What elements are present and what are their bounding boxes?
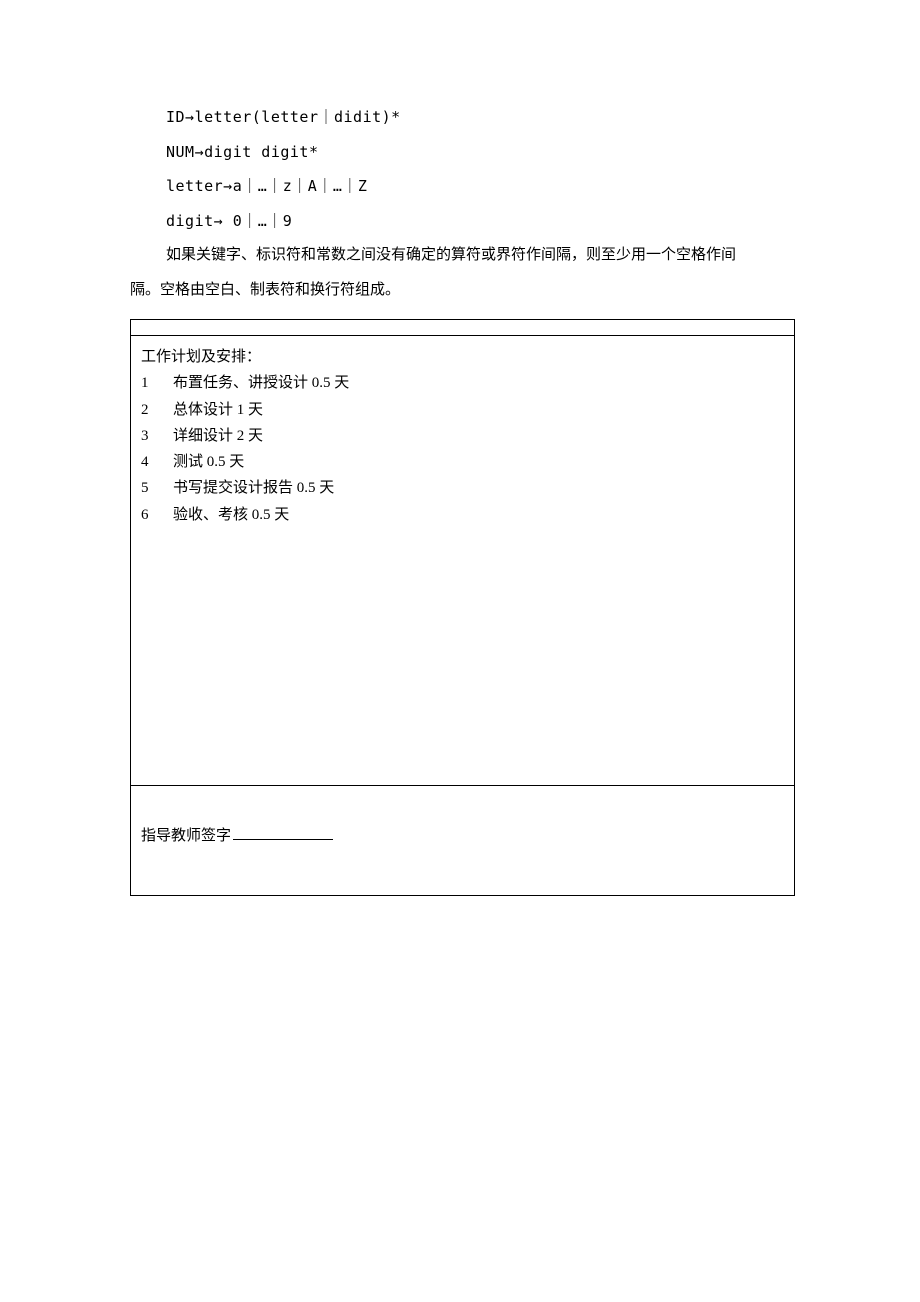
signature-line — [233, 839, 333, 840]
description-line-2: 隔。空格由空白、制表符和换行符组成。 — [130, 273, 790, 308]
plan-table: 工作计划及安排： 1 布置任务、讲授设计 0.5 天 2 总体设计 1 天 3 … — [130, 319, 795, 896]
grammar-rule-3: letter→a｜…｜z｜A｜…｜Z — [130, 169, 790, 204]
plan-item: 4 测试 0.5 天 — [141, 449, 784, 475]
plan-item: 3 详细设计 2 天 — [141, 423, 784, 449]
grammar-rule-2: NUM→digit digit* — [130, 135, 790, 170]
signature-cell: 指导教师签字 — [131, 786, 795, 896]
plan-item: 2 总体设计 1 天 — [141, 397, 784, 423]
plan-item-text: 书写提交设计报告 0.5 天 — [173, 475, 334, 501]
plan-item-text: 布置任务、讲授设计 0.5 天 — [173, 370, 349, 396]
top-content-section: ID→letter(letter｜didit)* NUM→digit digit… — [130, 100, 790, 307]
plan-item-num: 6 — [141, 502, 173, 528]
signature-label: 指导教师签字 — [141, 828, 231, 844]
plan-item-text: 总体设计 1 天 — [173, 397, 263, 423]
plan-item: 6 验收、考核 0.5 天 — [141, 502, 784, 528]
grammar-rule-4: digit→ 0｜…｜9 — [130, 204, 790, 239]
plan-item: 1 布置任务、讲授设计 0.5 天 — [141, 370, 784, 396]
plan-item-num: 2 — [141, 397, 173, 423]
plan-item-num: 3 — [141, 423, 173, 449]
description-line-1: 如果关键字、标识符和常数之间没有确定的算符或界符作间隔，则至少用一个空格作间 — [130, 238, 790, 273]
plan-item-text: 测试 0.5 天 — [173, 449, 244, 475]
plan-item-num: 5 — [141, 475, 173, 501]
plan-item-text: 详细设计 2 天 — [173, 423, 263, 449]
plan-item-num: 4 — [141, 449, 173, 475]
plan-item-text: 验收、考核 0.5 天 — [173, 502, 289, 528]
grammar-rule-1: ID→letter(letter｜didit)* — [130, 100, 790, 135]
plan-title: 工作计划及安排： — [141, 344, 784, 370]
plan-item-num: 1 — [141, 370, 173, 396]
plan-item: 5 书写提交设计报告 0.5 天 — [141, 475, 784, 501]
table-top-cell — [131, 320, 795, 336]
plan-cell: 工作计划及安排： 1 布置任务、讲授设计 0.5 天 2 总体设计 1 天 3 … — [131, 336, 795, 786]
